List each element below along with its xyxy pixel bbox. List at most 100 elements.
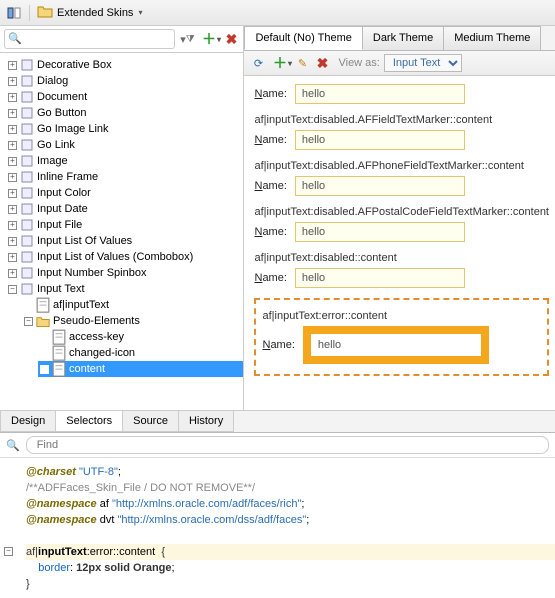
expand-icon[interactable]: + (8, 125, 17, 134)
preview-section: af|inputText:disabled.AFPostalCodeFieldT… (254, 206, 549, 242)
selector-tree[interactable]: +Decorative Box+Dialog+Document+Go Butto… (0, 53, 243, 410)
expand-icon[interactable]: + (8, 269, 17, 278)
selector-label: af|inputText:disabled.AFFieldTextMarker:… (254, 114, 549, 126)
tree-item[interactable]: +Go Link (6, 137, 243, 153)
breadcrumb-label: Extended Skins (57, 7, 133, 19)
selector-label: af|inputText:disabled::content (254, 252, 549, 264)
tree-item[interactable]: + Input Date (6, 201, 243, 217)
fold-icon[interactable]: − (4, 547, 13, 556)
preview-input[interactable] (295, 130, 465, 150)
tree-item[interactable]: content (38, 361, 243, 377)
tree-item[interactable]: +Image (6, 153, 243, 169)
preview-input[interactable] (311, 334, 481, 356)
editor-tab[interactable]: Selectors (55, 411, 123, 432)
expand-icon[interactable]: + (8, 109, 17, 118)
tree-item-label: access-key (69, 331, 124, 343)
tree-item-label: Decorative Box (37, 59, 112, 71)
folder-icon (37, 4, 53, 21)
editor-tab[interactable]: Design (0, 411, 56, 432)
preview-input[interactable] (295, 84, 465, 104)
expand-icon[interactable]: − (8, 285, 17, 294)
add-rule-button[interactable]: ＋▾ (274, 55, 290, 71)
selector-label: af|inputText:error::content (262, 310, 541, 322)
expand-icon[interactable]: + (8, 157, 17, 166)
left-pane: 🔍 ▾⧩ ＋▾ ✖ + Decorative Box + Dialog +Documen… (0, 26, 244, 410)
add-button[interactable]: ＋▾ (203, 31, 219, 47)
tree-item[interactable]: changed-icon (38, 345, 243, 361)
component-icon (20, 202, 34, 216)
preview-input[interactable] (295, 222, 465, 242)
editor-tab[interactable]: Source (122, 411, 179, 432)
theme-tab[interactable]: Default (No) Theme (244, 26, 362, 50)
edit-icon[interactable]: ✎ (294, 55, 310, 71)
expand-icon[interactable]: + (8, 205, 17, 214)
delete-button[interactable]: ✖ (223, 31, 239, 47)
expand-icon[interactable]: − (24, 317, 33, 326)
refresh-icon[interactable]: ⟳ (250, 55, 266, 71)
breadcrumb-folder[interactable]: Extended Skins ▾ (37, 4, 142, 21)
tree-item[interactable]: + Dialog (6, 73, 243, 89)
right-pane: Default (No) ThemeDark ThemeMedium Theme… (244, 26, 555, 410)
tree-item[interactable]: + Go Button (6, 105, 243, 121)
code-editor[interactable]: − @charset "UTF-8"; /**ADFFaces_Skin_Fil… (0, 458, 555, 598)
field-label: Name: (254, 226, 286, 238)
tree-item-label: changed-icon (69, 347, 135, 359)
filter-icon[interactable]: ▾⧩ (179, 31, 195, 47)
expand-icon[interactable]: + (8, 253, 17, 262)
expand-icon (24, 301, 33, 310)
tree-item[interactable]: access-key (38, 329, 243, 345)
expand-icon[interactable]: + (8, 77, 17, 86)
expand-icon[interactable]: + (8, 141, 17, 150)
expand-icon[interactable]: + (8, 173, 17, 182)
tree-item-label: Dialog (37, 75, 68, 87)
expand-icon[interactable]: + (8, 61, 17, 70)
expand-icon[interactable]: + (8, 237, 17, 246)
tree-item[interactable]: +Go Image Link (6, 121, 243, 137)
tree-item[interactable]: + Input List Of Values (6, 233, 243, 249)
expand-icon[interactable]: + (8, 189, 17, 198)
theme-tab[interactable]: Medium Theme (443, 26, 541, 50)
editor-tab[interactable]: History (178, 411, 234, 432)
expand-icon[interactable]: + (8, 221, 17, 230)
search-icon: 🔍 (8, 32, 22, 45)
delete-rule-button[interactable]: ✖ (314, 55, 330, 71)
tree-item-label: Go Button (37, 107, 87, 119)
folder-icon (36, 314, 50, 328)
preview-toolbar: ⟳ ＋▾ ✎ ✖ View as: Input Text (244, 51, 555, 76)
view-as-label: View as: (338, 57, 379, 69)
search-icon: 🔍 (6, 439, 20, 452)
tree-item-label: Input Color (37, 187, 91, 199)
field-label: Name: (262, 339, 294, 351)
preview-input[interactable] (295, 268, 465, 288)
preview-input[interactable] (295, 176, 465, 196)
file-icon (52, 330, 66, 344)
tree-item[interactable]: +Input Number Spinbox (6, 265, 243, 281)
preview-area: Name: af|inputText:disabled.AFFieldTextMa… (244, 76, 555, 410)
tree-item[interactable]: +Input File (6, 217, 243, 233)
find-input[interactable] (26, 436, 549, 454)
tree-item[interactable]: +Inline Frame (6, 169, 243, 185)
expand-icon[interactable]: + (8, 93, 17, 102)
view-as-select[interactable]: Input Text (384, 54, 462, 72)
tree-item-label: Input Date (37, 203, 88, 215)
tree-search-input[interactable] (4, 29, 175, 49)
component-icon (20, 122, 34, 136)
tree-item-label: Input List Of Values (37, 235, 132, 247)
tree-item[interactable]: +Document (6, 89, 243, 105)
tree-item[interactable]: + Decorative Box (6, 57, 243, 73)
tree-item[interactable]: −Pseudo-Elements (22, 313, 243, 329)
tree-item-label: content (69, 363, 105, 375)
tree-item[interactable]: −Input Text (6, 281, 243, 297)
panel-toggle-icon[interactable] (6, 5, 22, 21)
field-label: Name: (254, 134, 286, 146)
tree-item[interactable]: + Input Color (6, 185, 243, 201)
field-label: Name: (254, 272, 286, 284)
main-split: 🔍 ▾⧩ ＋▾ ✖ + Decorative Box + Dialog +Documen… (0, 26, 555, 411)
component-icon (20, 58, 34, 72)
tree-item[interactable]: + Input List of Values (Combobox) (6, 249, 243, 265)
theme-tab[interactable]: Dark Theme (362, 26, 444, 50)
preview-section: af|inputText:disabled.AFPhoneFieldTextMa… (254, 160, 549, 196)
tree-item-label: Input List of Values (Combobox) (37, 251, 193, 263)
tree-item[interactable]: af|inputText (22, 297, 243, 313)
field-label: Name: (254, 88, 286, 100)
